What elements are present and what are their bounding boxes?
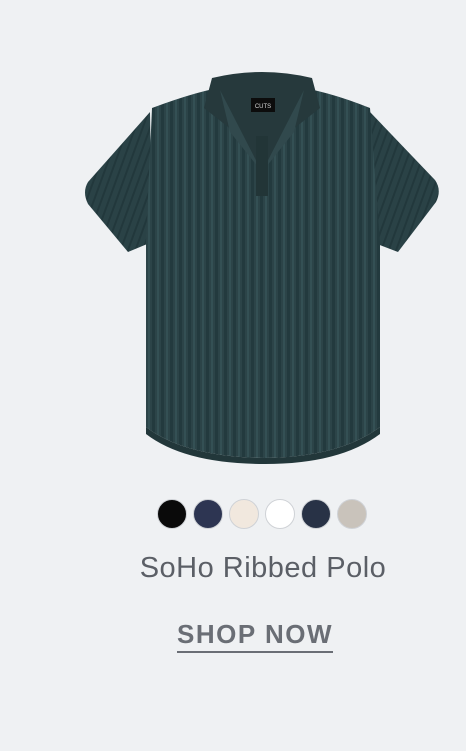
swatch-navy[interactable]	[193, 499, 223, 529]
swatch-cream[interactable]	[229, 499, 259, 529]
product-card[interactable]: CUTS SoHo Ribbed Polo SHOP NOW	[0, 0, 466, 751]
swatch-black[interactable]	[157, 499, 187, 529]
swatch-dark-navy[interactable]	[301, 499, 331, 529]
color-swatches	[0, 499, 466, 529]
shop-now-link[interactable]: SHOP NOW	[177, 618, 333, 653]
neck-label-text: CUTS	[255, 104, 271, 110]
swatch-stone[interactable]	[337, 499, 367, 529]
product-name[interactable]: SoHo Ribbed Polo	[0, 552, 466, 585]
swatch-white[interactable]	[265, 499, 295, 529]
product-image[interactable]: CUTS	[80, 72, 445, 464]
